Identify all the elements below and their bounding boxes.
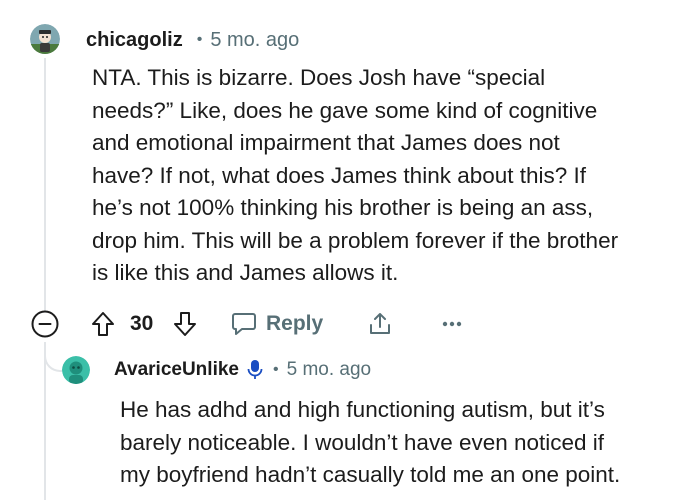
comment-line: drop him. This will be a problem forever… [92,227,619,253]
speech-bubble-icon [232,313,256,335]
share-icon [370,313,390,334]
user-avatar[interactable] [30,24,60,54]
reply-age[interactable]: 5 mo. ago [287,359,372,381]
microphone-icon [247,360,263,379]
reply-meta: AvariceUnlike • 5 mo. ago [114,356,371,384]
meta-separator: • [272,361,279,378]
ellipsis-icon [442,321,462,327]
minus-circle-icon [31,310,59,338]
comment-age[interactable]: 5 mo. ago [210,29,299,52]
meta-separator: • [196,31,203,48]
comment-body: NTA. This is bizarre. Does Josh have “sp… [92,62,682,290]
thread-line[interactable] [44,342,46,500]
comment-line: is like this and James allows it. [92,260,399,285]
upvote-button[interactable] [90,306,116,342]
thread-line[interactable] [44,58,46,314]
user-badge [247,359,263,381]
comment-line: he’s not 100% thinking his brother is be… [92,195,594,220]
reply-author-username[interactable]: AvariceUnlike [114,359,239,381]
arrow-up-icon [92,312,114,336]
comment-line: needs?” Like, does he gave some kind of … [92,97,598,123]
reply-label: Reply [266,312,324,335]
share-button[interactable] [366,306,394,342]
comment-action-bar: 30 Reply [30,306,480,342]
vote-count: 30 [130,312,154,335]
comment-line: have? If not, what does James think abou… [92,162,587,188]
snoo-avatar-icon [62,356,90,384]
arrow-down-icon [174,312,196,336]
reply-line: my boyfriend hadn’t casually told me an … [120,462,621,487]
comment-meta: chicagoliz • 5 mo. ago [86,26,299,54]
comment-line: NTA. This is bizarre. Does Josh have “sp… [92,65,546,90]
comment-line: and emotional impairment that James does… [92,130,560,155]
more-options-button[interactable] [440,306,464,342]
author-username[interactable]: chicagoliz [86,29,183,52]
reply-line: barely noticeable. I wouldn’t have even … [120,429,605,455]
snoo-avatar-icon [30,24,60,54]
reply-line: He has adhd and high functioning autism,… [120,397,605,422]
downvote-button[interactable] [172,306,198,342]
reply-user-avatar[interactable] [62,356,90,384]
reply-body: He has adhd and high functioning autism,… [120,394,690,492]
reply-button[interactable]: Reply [230,306,323,342]
collapse-button[interactable] [30,306,60,342]
